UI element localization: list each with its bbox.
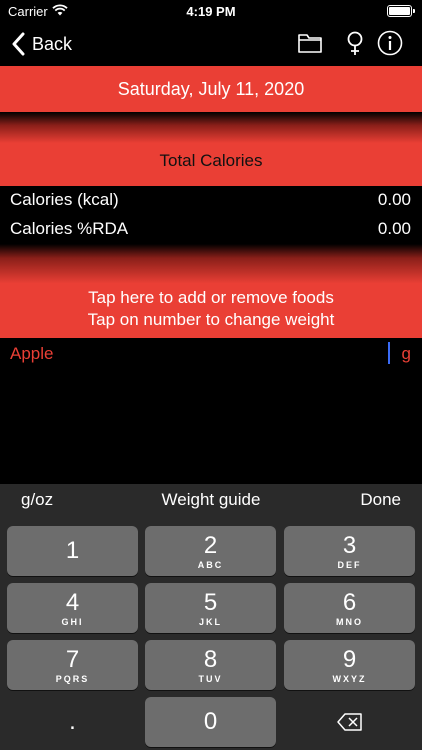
done-button[interactable]: Done [360,490,401,510]
female-icon[interactable] [342,30,368,56]
chevron-left-icon [12,32,25,56]
key-6[interactable]: 6 MNO [284,583,415,633]
total-calories-header: Total Calories [0,112,422,186]
stat-row-calories-kcal: Calories (kcal) 0.00 [0,186,422,215]
weight-unit: g [401,344,411,363]
info-icon[interactable] [377,30,403,56]
total-calories-title: Total Calories [159,151,263,170]
date-banner[interactable]: Saturday, July 11, 2020 [0,66,422,112]
battery-icon [387,5,415,17]
navigation-bar: Back [0,24,422,64]
text-caret [388,342,390,364]
weight-guide-button[interactable]: Weight guide [0,490,422,510]
back-button[interactable]: Back [10,30,72,58]
numeric-keypad: Weight guide g/oz Done 1 2 ABC 3 DEF 4 GHI … [0,484,422,750]
clock: 4:19 PM [186,4,236,19]
key-0[interactable]: 0 [145,697,276,747]
stat-value: 0.00 [377,190,411,209]
key-4[interactable]: 4 GHI [7,583,138,633]
food-banner-line: Tap on number to change weight [87,310,335,329]
weight-input[interactable] [388,342,402,364]
key-5[interactable]: 5 JKL [145,583,276,633]
unit-toggle-button[interactable]: g/oz [21,490,53,510]
stat-value: 0.00 [377,219,411,238]
date-label: Saturday, July 11, 2020 [117,78,305,99]
food-name: Apple [10,344,54,363]
stat-row-calories-rda: Calories %RDA 0.00 [0,215,422,244]
food-row: Apple g [0,340,422,368]
key-decimal[interactable]: . [7,697,138,747]
key-7[interactable]: 7 PQRS [7,640,138,690]
folder-icon[interactable] [297,30,323,56]
keyboard-toolbar: Weight guide g/oz Done [0,484,422,516]
stat-label: Calories (kcal) [10,190,119,209]
back-label: Back [32,33,73,54]
add-remove-foods-banner[interactable]: Tap here to add or remove foods Tap on n… [0,244,422,338]
key-3[interactable]: 3 DEF [284,526,415,576]
delete-key[interactable] [284,697,415,747]
stat-label: Calories %RDA [10,219,129,238]
key-2[interactable]: 2 ABC [145,526,276,576]
key-9[interactable]: 9 WXYZ [284,640,415,690]
food-banner-line: Tap here to add or remove foods [88,288,334,307]
backspace-icon [336,713,362,731]
key-8[interactable]: 8 TUV [145,640,276,690]
status-bar: Carrier 4:19 PM [0,0,422,24]
key-1[interactable]: 1 [7,526,138,576]
